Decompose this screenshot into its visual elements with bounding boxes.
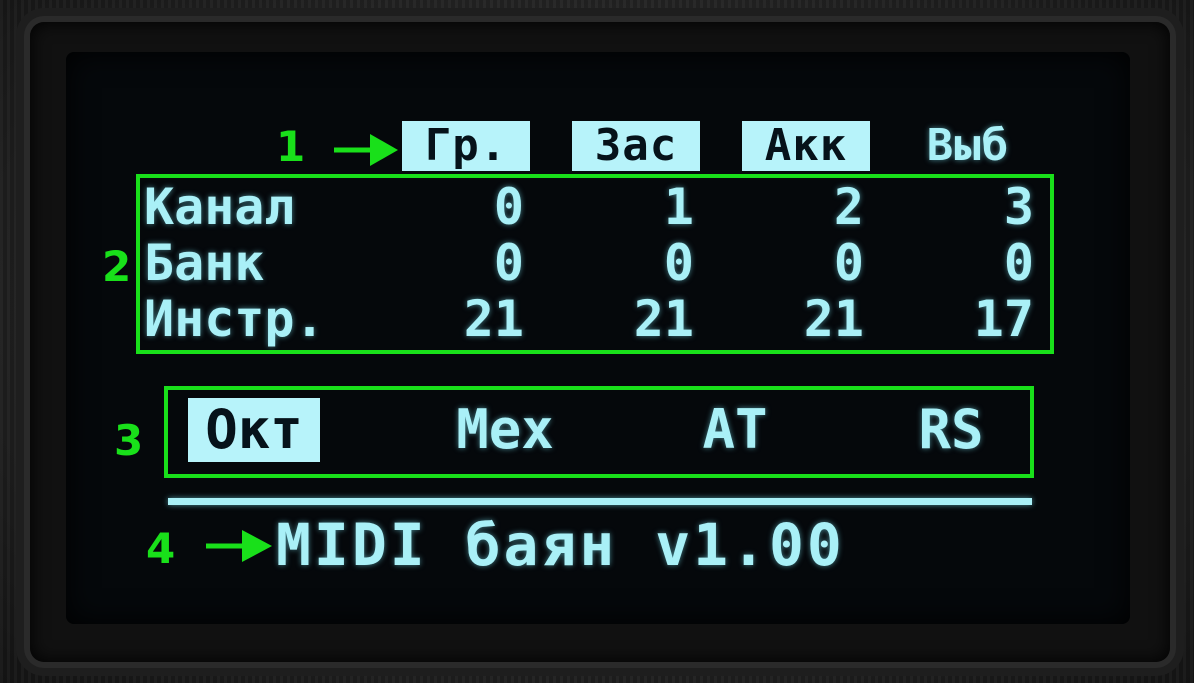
annotation-label-4: 4 <box>146 524 176 573</box>
annotation-label-2: 2 <box>102 242 132 291</box>
annotation-arrow-1-icon <box>334 134 398 166</box>
annotation-box-modes <box>164 386 1034 478</box>
firmware-version-text: MIDI баян v1.00 <box>276 511 845 579</box>
divider-line <box>168 498 1032 505</box>
tab-sustain[interactable]: Зас <box>572 121 700 171</box>
tab-select[interactable]: Выб <box>904 121 1032 171</box>
tab-group[interactable]: Гр. <box>402 121 530 171</box>
annotation-label-1: 1 <box>276 122 306 171</box>
tab-chord[interactable]: Акк <box>742 121 870 171</box>
annotation-box-table <box>136 174 1054 354</box>
annotation-label-3: 3 <box>114 416 144 465</box>
annotation-arrow-4-icon <box>206 530 272 562</box>
